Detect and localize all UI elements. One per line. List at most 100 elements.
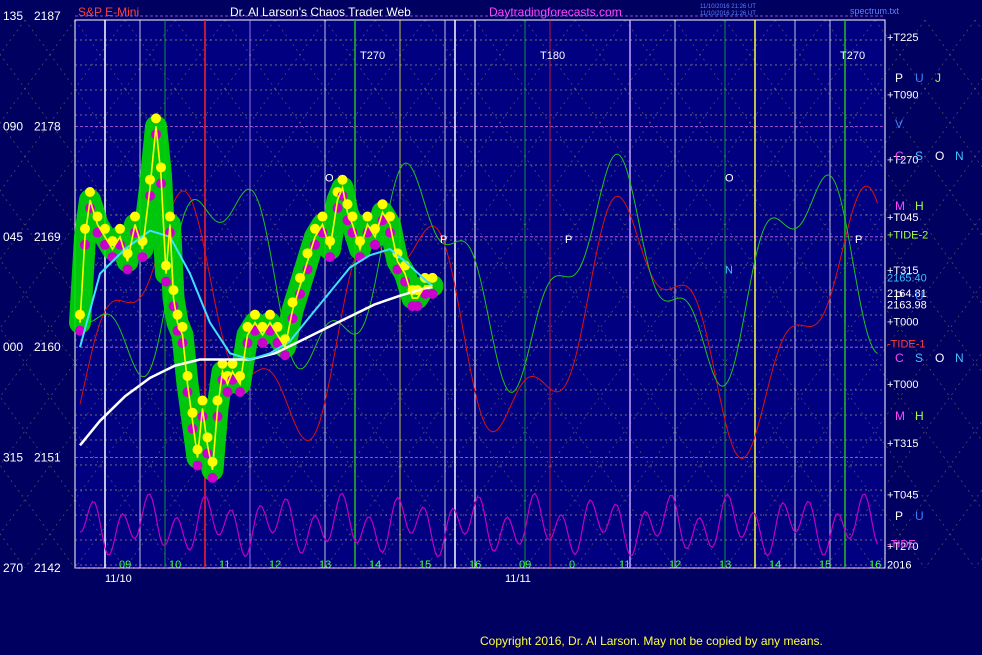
high-dot: [115, 223, 125, 234]
planet-glyph: C: [895, 351, 904, 365]
x-tick-label: 16: [869, 559, 881, 571]
x-tick-label: 09: [519, 559, 531, 571]
x-tick-label: 13: [719, 559, 731, 571]
x-tick-label: 11: [619, 559, 630, 571]
right-label: -TIDE: [887, 538, 916, 550]
low-dot: [235, 387, 245, 397]
planet-glyph: M: [895, 409, 905, 423]
low-dot: [122, 264, 133, 275]
x-tick-label: 12: [669, 559, 681, 571]
chaos-trader-chart: 135 2187 090 2178 045 2169 000 2160 315 2151 270 21…: [0, 0, 982, 650]
high-dot: [342, 199, 353, 210]
in-plot-label: T180: [540, 50, 565, 62]
timestamp-line-1: 11/10/2016 21:26 UT: [700, 4, 756, 10]
x-tick-label: 14: [769, 559, 781, 571]
y-price-label: 2187: [34, 9, 61, 23]
low-dot: [161, 276, 171, 287]
date-label: 11/11: [505, 573, 531, 585]
x-tick-label: 09: [119, 559, 131, 571]
x-tick-label: 12: [269, 559, 281, 571]
low-dot: [137, 252, 148, 263]
planet-glyph: N: [955, 351, 964, 365]
in-plot-label: P: [440, 234, 447, 246]
y-price-label: 2169: [34, 230, 61, 244]
in-plot-label: T270: [360, 50, 385, 62]
date-label: 11/10: [105, 573, 132, 585]
x-tick-label: 13: [319, 559, 331, 571]
low-dot: [222, 387, 233, 397]
high-dot: [151, 113, 161, 124]
planet-glyph: S: [915, 149, 923, 163]
right-label: +T045: [887, 489, 919, 501]
right-label: +TIDE-2: [887, 229, 928, 241]
planet-glyph: C: [895, 149, 904, 163]
low-dot: [370, 239, 380, 250]
x-tick-label: 16: [469, 559, 481, 571]
high-dot: [265, 309, 275, 320]
in-plot-label: P: [855, 234, 862, 246]
in-plot-label: T270: [840, 50, 865, 62]
high-dot: [250, 309, 260, 320]
low-dot: [385, 227, 395, 238]
plot-area: [74, 19, 886, 569]
x-tick-label: 15: [419, 559, 431, 571]
y-angle-label: 090: [3, 119, 23, 133]
y-angle-label: 270: [3, 561, 23, 575]
planet-glyph: P: [895, 289, 903, 303]
right-label: 2165.40: [887, 272, 927, 284]
high-dot: [197, 395, 208, 406]
planet-glyph: U: [915, 289, 924, 303]
right-label: +T000: [887, 316, 919, 328]
in-plot-label: O: [725, 173, 734, 185]
high-dot: [362, 211, 373, 222]
site-link[interactable]: Daytradingforecasts.com: [489, 5, 622, 19]
x-tick-label: 10: [169, 559, 181, 571]
high-dot: [377, 199, 388, 210]
y-angle-label: 135: [3, 9, 23, 23]
planet-glyph: N: [955, 149, 964, 163]
y-angle-label: 315: [3, 451, 23, 465]
low-dot: [280, 350, 290, 361]
y-price-label: 2178: [34, 119, 61, 133]
y-price-label: 2151: [34, 451, 61, 465]
planet-glyph: O: [935, 351, 944, 365]
right-label: +T315: [887, 438, 919, 450]
y-price-label: 2160: [34, 340, 61, 354]
x-tick-label: 0: [569, 559, 575, 571]
low-dot: [192, 460, 203, 471]
low-dot: [427, 288, 438, 299]
x-tick-label: 14: [369, 559, 381, 571]
in-plot-label: P: [565, 234, 572, 246]
y-angle-label: 000: [3, 340, 23, 354]
spectrum-file: spectrum.txt: [850, 6, 900, 16]
low-dot: [257, 337, 268, 348]
chart-svg: 135 2187090 2178045 2169000 2160315 2151270 21…: [0, 0, 982, 650]
right-label: +T090: [887, 90, 919, 102]
y-price-label: 2142: [34, 561, 61, 575]
high-dot: [317, 211, 328, 222]
x-tick-label: 15: [819, 559, 831, 571]
instrument-title: S&P E-Mini: [78, 5, 139, 19]
planet-glyph: H: [915, 409, 924, 423]
x-tick-label: 11: [219, 559, 230, 571]
high-dot: [165, 211, 175, 222]
planet-glyph: H: [915, 199, 924, 213]
planet-glyph: U: [915, 71, 924, 85]
right-label: +T045: [887, 212, 919, 224]
planet-glyph: V: [895, 117, 903, 131]
planet-glyph: U: [915, 509, 924, 523]
planet-glyph: P: [895, 509, 903, 523]
low-dot: [412, 301, 423, 312]
low-dot: [287, 313, 298, 324]
in-plot-label: N: [725, 265, 733, 277]
right-label: +T000: [887, 379, 919, 391]
planet-glyph: P: [895, 71, 903, 85]
timestamp-line-2: 11/10/2016 21:26 UT: [700, 11, 756, 17]
planet-glyph: O: [935, 149, 944, 163]
high-dot: [337, 174, 348, 185]
high-dot: [130, 211, 140, 222]
y-angle-label: 045: [3, 230, 23, 244]
right-label: 2016: [887, 559, 911, 571]
planet-glyph: J: [935, 71, 941, 85]
in-plot-label: O: [325, 173, 334, 185]
